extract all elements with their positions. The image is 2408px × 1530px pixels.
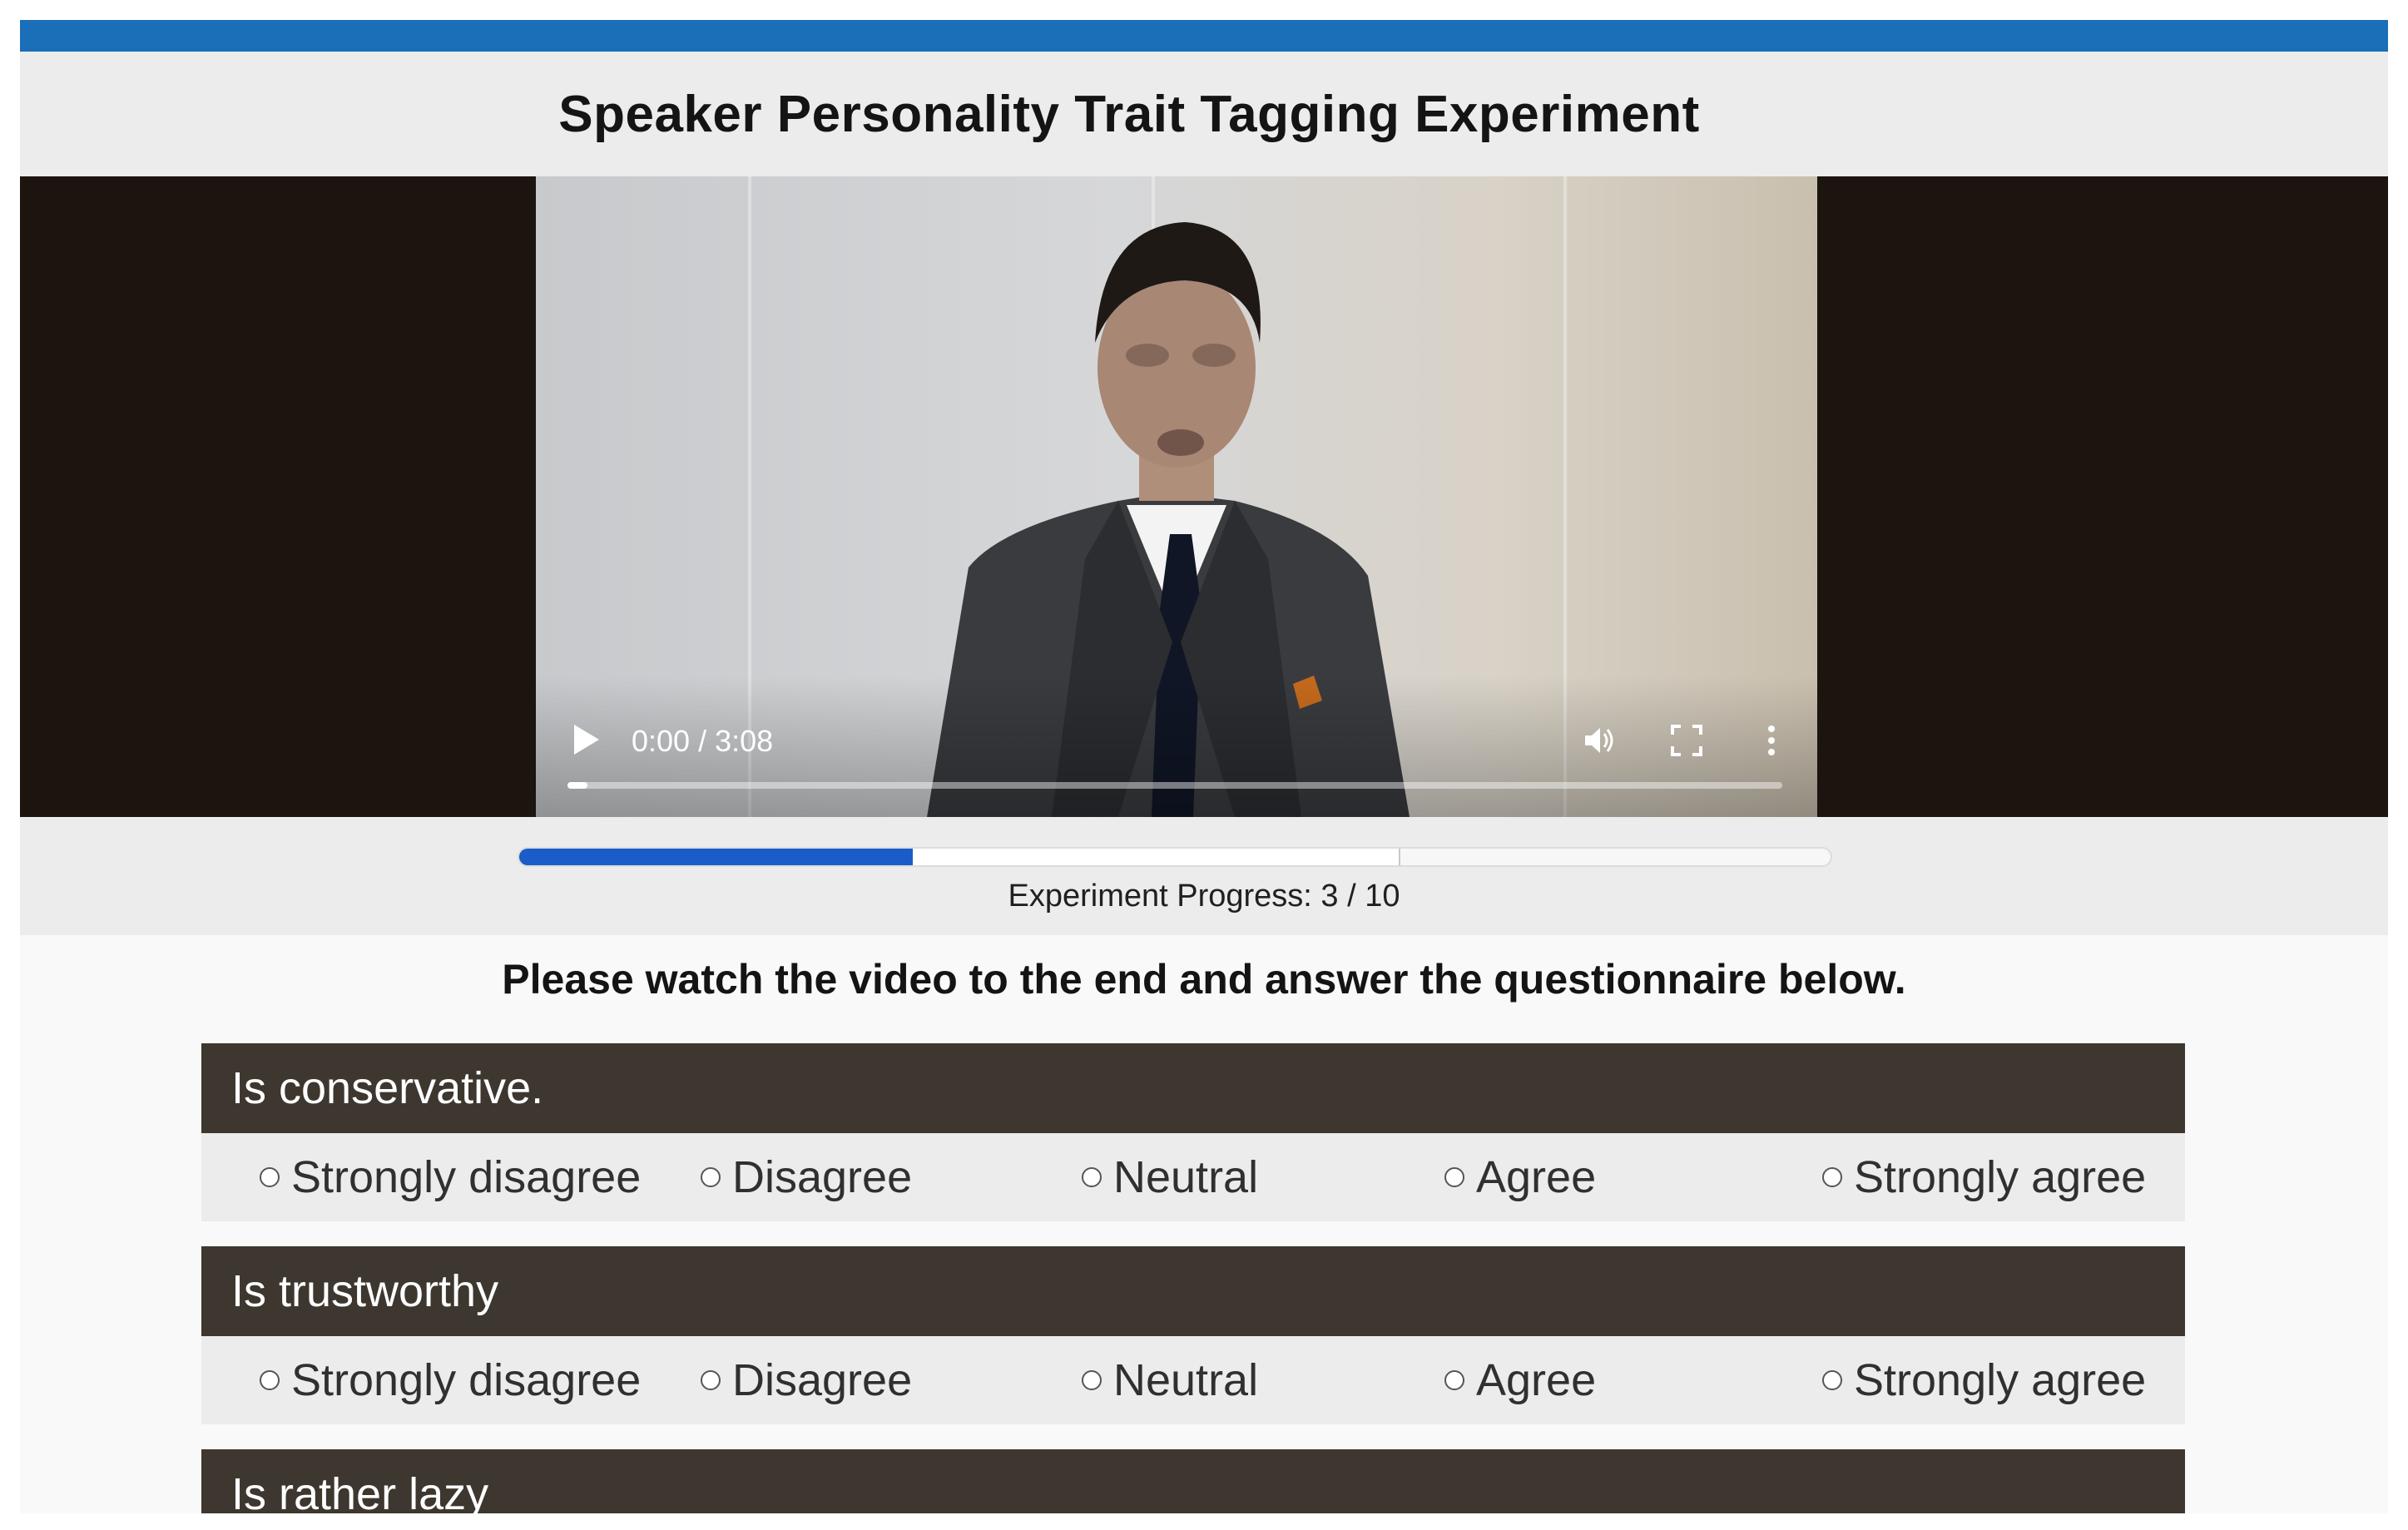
video-frame[interactable]: 0:00 / 3:08: [536, 176, 1817, 817]
page-title: Speaker Personality Trait Tagging Experi…: [558, 85, 1700, 143]
video-player[interactable]: 0:00 / 3:08: [20, 176, 2388, 817]
experiment-progress-section: Experiment Progress: 3 / 10: [20, 817, 2388, 935]
likert-options: Strongly disagree Disagree Neutral Agree…: [201, 1133, 2185, 1221]
experiment-progress-bar: [518, 847, 1832, 867]
option-disagree[interactable]: Disagree: [701, 1336, 912, 1424]
radio-button[interactable]: [1082, 1370, 1102, 1390]
fullscreen-icon[interactable]: [1667, 721, 1706, 760]
more-options-icon[interactable]: [1752, 721, 1791, 760]
option-label: Disagree: [732, 1152, 913, 1202]
video-controls: 0:00 / 3:08: [536, 676, 1817, 817]
radio-button[interactable]: [1822, 1167, 1842, 1187]
radio-button[interactable]: [260, 1167, 280, 1187]
option-label: Agree: [1476, 1152, 1597, 1202]
option-disagree[interactable]: Disagree: [701, 1133, 912, 1221]
option-strongly-disagree[interactable]: Strongly disagree: [260, 1336, 641, 1424]
option-strongly-agree[interactable]: Strongly agree: [1822, 1133, 2146, 1221]
question-list: Is conservative. Strongly disagree Disag…: [201, 1043, 2185, 1513]
questionnaire-section: Please watch the video to the end and an…: [20, 935, 2388, 1513]
option-label: Strongly agree: [1854, 1152, 2147, 1202]
volume-icon[interactable]: [1580, 721, 1618, 760]
title-bar: Speaker Personality Trait Tagging Experi…: [20, 52, 2388, 176]
option-agree[interactable]: Agree: [1444, 1336, 1596, 1424]
question-rather-lazy: Is rather lazy: [201, 1449, 2185, 1513]
option-label: Strongly disagree: [291, 1152, 642, 1202]
instruction-text: Please watch the video to the end and an…: [502, 956, 1906, 1003]
option-label: Agree: [1476, 1355, 1597, 1405]
radio-button[interactable]: [260, 1370, 280, 1390]
question-trustworthy: Is trustworthy Strongly disagree Disagre…: [201, 1246, 2185, 1424]
radio-button[interactable]: [1822, 1370, 1842, 1390]
radio-button[interactable]: [1444, 1370, 1464, 1390]
option-neutral[interactable]: Neutral: [1082, 1133, 1258, 1221]
page-frame: Speaker Personality Trait Tagging Experi…: [20, 20, 2388, 1513]
video-seek-bar[interactable]: [567, 782, 1782, 789]
video-time-display: 0:00 / 3:08: [632, 724, 774, 758]
likert-options: Strongly disagree Disagree Neutral Agree…: [201, 1336, 2185, 1424]
radio-button[interactable]: [701, 1167, 721, 1187]
experiment-progress-fill: [519, 849, 913, 865]
question-title: Is trustworthy: [201, 1246, 2185, 1336]
question-title: Is rather lazy: [201, 1449, 2185, 1513]
radio-button[interactable]: [701, 1370, 721, 1390]
radio-button[interactable]: [1444, 1167, 1464, 1187]
option-neutral[interactable]: Neutral: [1082, 1336, 1258, 1424]
video-seek-fill: [567, 782, 587, 789]
top-accent-bar: [20, 20, 2388, 52]
option-strongly-disagree[interactable]: Strongly disagree: [260, 1133, 641, 1221]
experiment-progress-label: Experiment Progress: 3 / 10: [1008, 879, 1400, 914]
option-strongly-agree[interactable]: Strongly agree: [1822, 1336, 2146, 1424]
option-label: Neutral: [1113, 1152, 1259, 1202]
option-label: Disagree: [732, 1355, 913, 1405]
question-conservative: Is conservative. Strongly disagree Disag…: [201, 1043, 2185, 1221]
option-agree[interactable]: Agree: [1444, 1133, 1596, 1221]
radio-button[interactable]: [1082, 1167, 1102, 1187]
question-title: Is conservative.: [201, 1043, 2185, 1133]
play-icon[interactable]: [569, 721, 602, 758]
option-label: Strongly disagree: [291, 1355, 642, 1405]
option-label: Neutral: [1113, 1355, 1259, 1405]
option-label: Strongly agree: [1854, 1355, 2147, 1405]
